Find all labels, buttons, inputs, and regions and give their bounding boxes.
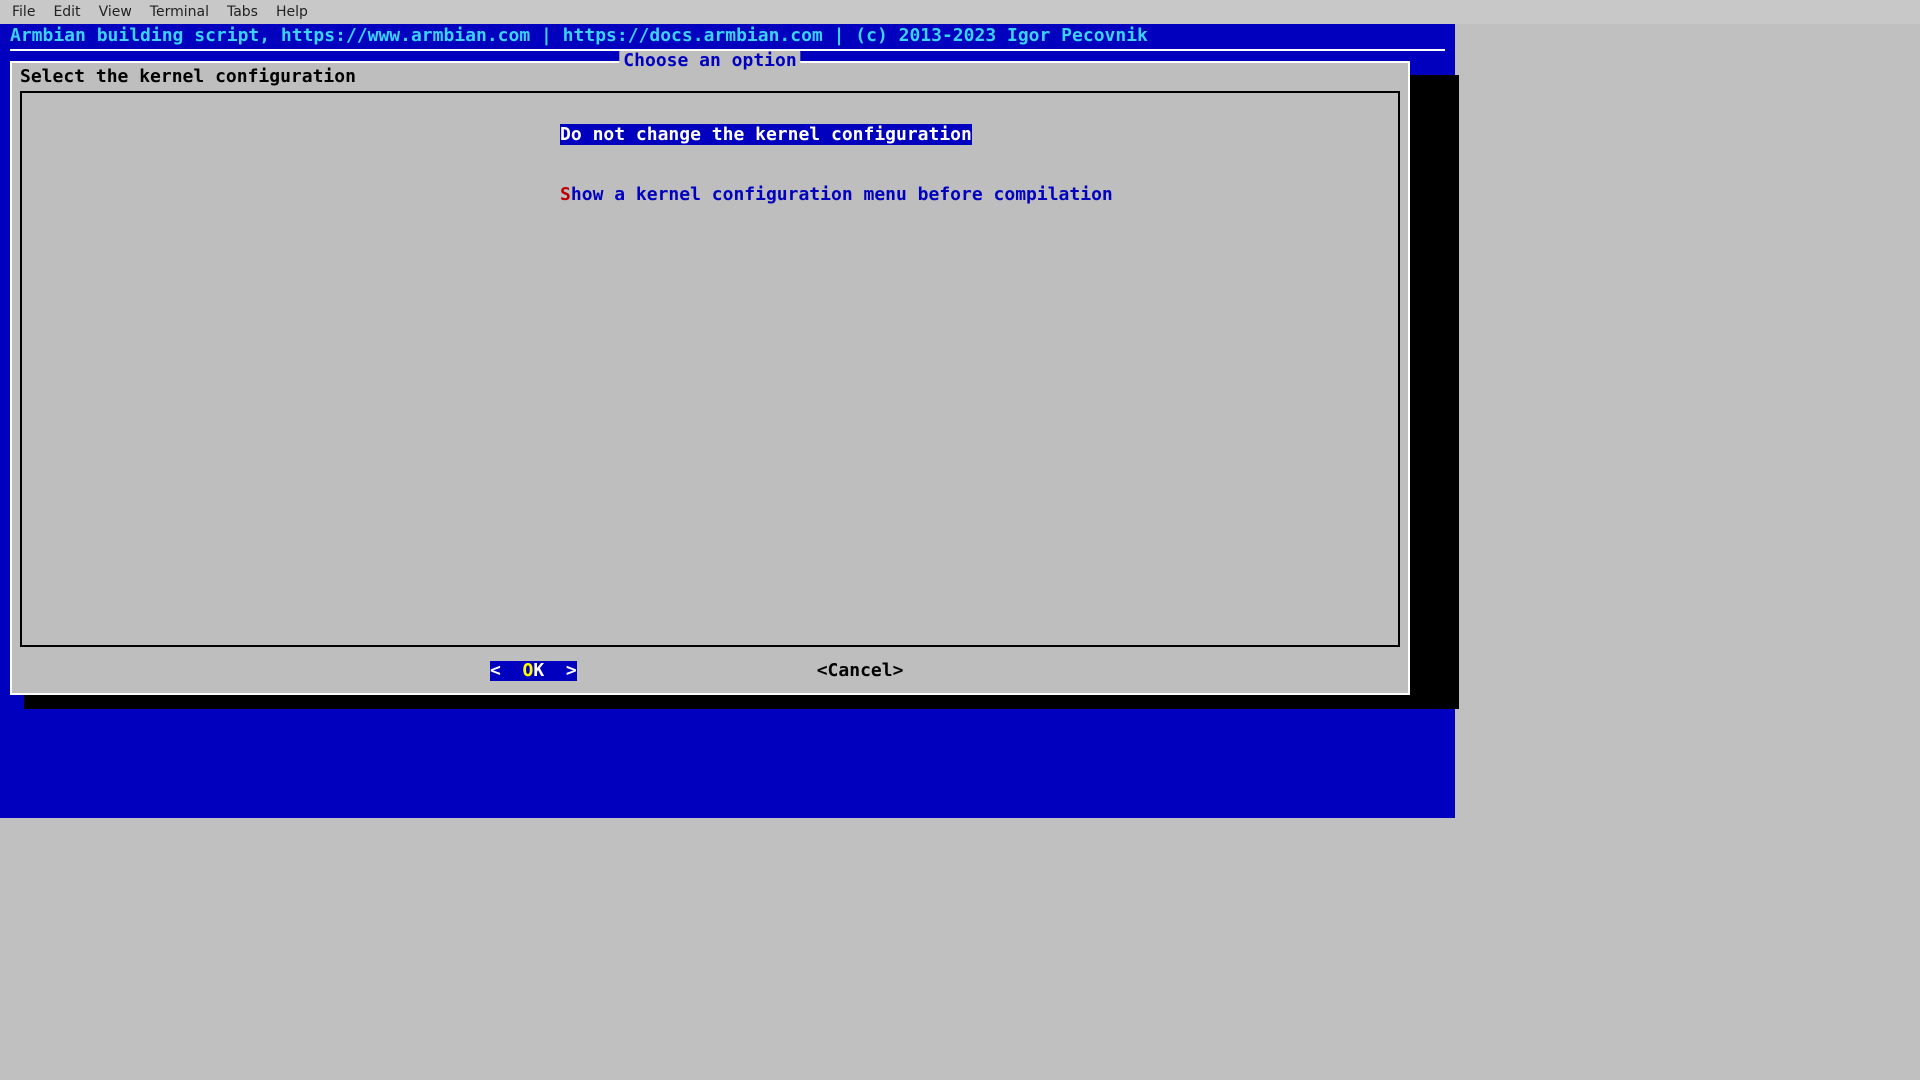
cancel-button[interactable]: <Cancel>	[817, 661, 904, 681]
terminal-window: Armbian building script, https://www.arm…	[0, 24, 1455, 818]
ok-button[interactable]: < OK >	[490, 661, 577, 681]
option-hotkey: S	[560, 184, 571, 205]
terminal-header-line: Armbian building script, https://www.arm…	[10, 24, 1445, 46]
option-hotkey: D	[560, 124, 571, 145]
menu-help[interactable]: Help	[268, 2, 316, 22]
choose-option-dialog: Choose an option Select the kernel confi…	[10, 61, 1410, 695]
option-label: how a kernel configuration menu before c…	[571, 184, 1113, 205]
menu-edit[interactable]: Edit	[45, 2, 88, 22]
menu-tabs[interactable]: Tabs	[219, 2, 266, 22]
option-list-box: Do not change the kernel configuration S…	[20, 91, 1400, 647]
menu-view[interactable]: View	[91, 2, 140, 22]
menu-bar: File Edit View Terminal Tabs Help	[0, 0, 1920, 24]
option-label: o not change the kernel configuration	[571, 124, 972, 145]
option-show-menu[interactable]: Show a kernel configuration menu before …	[430, 165, 1390, 225]
option-list: Do not change the kernel configuration S…	[30, 105, 1390, 225]
dialog-buttons: < OK > <Cancel>	[20, 647, 1400, 685]
dialog-title: Choose an option	[619, 51, 800, 71]
menu-terminal[interactable]: Terminal	[142, 2, 217, 22]
dialog-shadow-wrap: Choose an option Select the kernel confi…	[10, 61, 1445, 695]
menu-file[interactable]: File	[4, 2, 43, 22]
option-no-change[interactable]: Do not change the kernel configuration	[430, 105, 1390, 165]
